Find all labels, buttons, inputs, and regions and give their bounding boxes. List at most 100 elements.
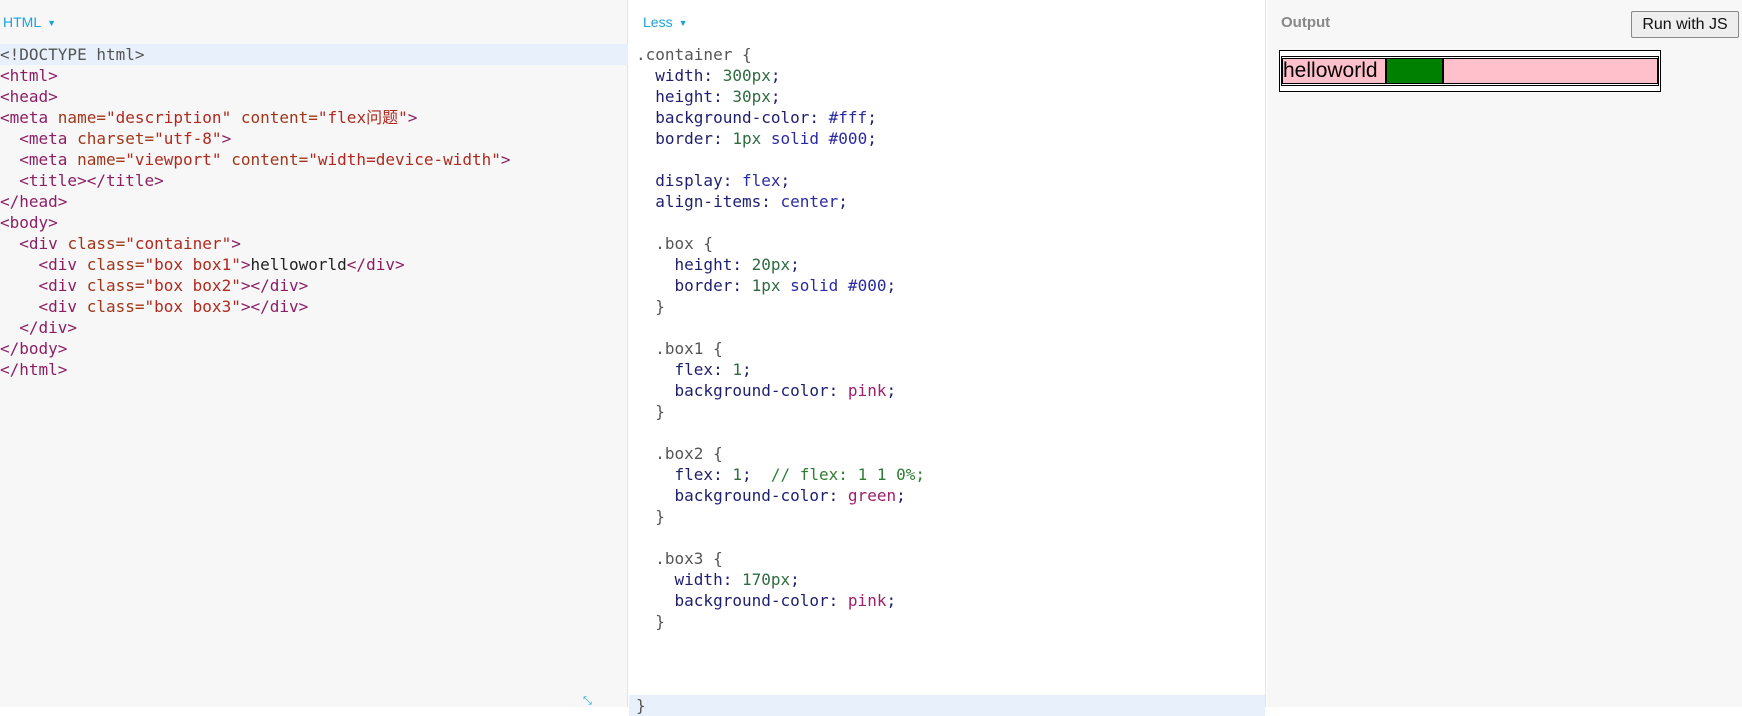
code-line: <div class="box box1">helloworld</div> (0, 254, 628, 275)
code-line: <head> (0, 86, 628, 107)
code-token: solid #000 (780, 276, 887, 295)
code-token: ; (741, 360, 752, 379)
code-token: .box2 { (636, 444, 723, 463)
code-token: <meta (0, 108, 58, 127)
output-preview: helloworld (1279, 50, 1661, 92)
code-token: ; (770, 66, 781, 85)
code-token: flex (741, 171, 781, 190)
html-pane-header[interactable]: HTML ▼ (3, 14, 56, 30)
code-line: </html> (0, 359, 628, 380)
code-token: "box box1" (144, 255, 241, 274)
code-token: <html> (0, 66, 58, 85)
code-token: "box box2" (144, 276, 241, 295)
code-token: } (636, 612, 665, 631)
less-pane-header[interactable]: Less ▼ (643, 14, 688, 30)
code-token: width: (636, 570, 742, 589)
code-token: > (407, 108, 418, 127)
code-token: } (636, 696, 646, 715)
code-token: "box box3" (144, 297, 241, 316)
code-token: name= (77, 150, 126, 169)
code-line: </head> (0, 191, 628, 212)
code-token: ></div> (240, 297, 309, 316)
code-line: .box3 { (629, 548, 1265, 569)
code-token: <div (0, 297, 87, 316)
html-pane-label[interactable]: HTML (3, 14, 41, 30)
code-token: 30px (732, 87, 771, 106)
code-token: "utf-8" (154, 129, 222, 148)
code-line: </div> (0, 317, 628, 338)
code-line: width: 170px; (629, 569, 1265, 590)
code-token: <meta (0, 150, 78, 169)
code-token: ; (790, 570, 800, 589)
expand-icon[interactable]: ⤡ (583, 696, 597, 707)
code-line: <div class="box box3"></div> (0, 296, 628, 317)
code-token: } (636, 297, 665, 316)
code-line: .box { (629, 233, 1265, 254)
code-line: <html> (0, 65, 628, 86)
code-line: flex: 1; // flex: 1 1 0%; (629, 464, 1265, 485)
code-token: ; (886, 591, 897, 610)
code-token: ; (886, 381, 897, 400)
code-token: ; (867, 129, 877, 148)
code-token: pink (847, 381, 887, 400)
code-token: .box { (636, 234, 714, 253)
code-token: 1px (732, 129, 762, 148)
less-editor-pane: Less ▼ .container { width: 300px; height:… (629, 0, 1266, 716)
code-line: <body> (0, 212, 628, 233)
code-token: </html> (0, 360, 68, 379)
code-line: <meta charset="utf-8"> (0, 128, 628, 149)
code-token: pink (847, 591, 887, 610)
code-token: <meta (0, 129, 78, 148)
code-line: <div class="container"> (0, 233, 628, 254)
code-token: <!DOCTYPE html> (0, 45, 145, 64)
code-line: display: flex; (629, 170, 1265, 191)
code-token: > (500, 150, 511, 169)
less-code-editor[interactable]: .container { width: 300px; height: 30px;… (629, 44, 1265, 716)
code-token: } (636, 507, 665, 526)
code-token: class= (86, 276, 145, 295)
code-line: width: 300px; (629, 65, 1265, 86)
code-line: } (629, 695, 1265, 716)
code-token: background-color: (636, 381, 848, 400)
code-line: background-color: green; (629, 485, 1265, 506)
less-pane-label[interactable]: Less (643, 14, 673, 30)
code-token: ; (770, 87, 781, 106)
html-code-editor[interactable]: <!DOCTYPE html> <html> <head> <meta name="d… (0, 44, 628, 380)
code-token: background-color: (636, 591, 848, 610)
code-token: <div (0, 276, 87, 295)
code-token: 1px (751, 276, 781, 295)
code-token: <div (0, 234, 68, 253)
code-token: <div (0, 255, 87, 274)
code-token: ; (867, 108, 877, 127)
code-token: flex: (636, 465, 733, 484)
code-line: <meta name="description" content="flex问题… (0, 107, 628, 128)
chevron-down-icon[interactable]: ▼ (47, 18, 56, 28)
code-line: .box1 { (629, 338, 1265, 359)
code-line: } (629, 401, 1265, 422)
code-token: class= (67, 234, 126, 253)
code-token: <body> (0, 213, 58, 232)
code-token: ; (838, 192, 848, 211)
code-token: class= (86, 297, 145, 316)
code-line: } (629, 296, 1265, 317)
run-with-js-button[interactable]: Run with JS (1631, 11, 1739, 38)
code-token: name= (57, 108, 106, 127)
code-line: height: 20px; (629, 254, 1265, 275)
code-token: height: (636, 87, 733, 106)
code-line: <div class="box box2"></div> (0, 275, 628, 296)
code-line: background-color: #fff; (629, 107, 1265, 128)
code-token: </body> (0, 339, 68, 358)
code-token: center (780, 192, 839, 211)
code-token: .container { (636, 45, 752, 64)
code-token: // flex: 1 1 0%; (770, 465, 925, 484)
code-token: } (636, 402, 665, 421)
chevron-down-icon[interactable]: ▼ (679, 18, 688, 28)
code-token: ; (741, 465, 771, 484)
code-token: "flex问题" (317, 108, 408, 127)
